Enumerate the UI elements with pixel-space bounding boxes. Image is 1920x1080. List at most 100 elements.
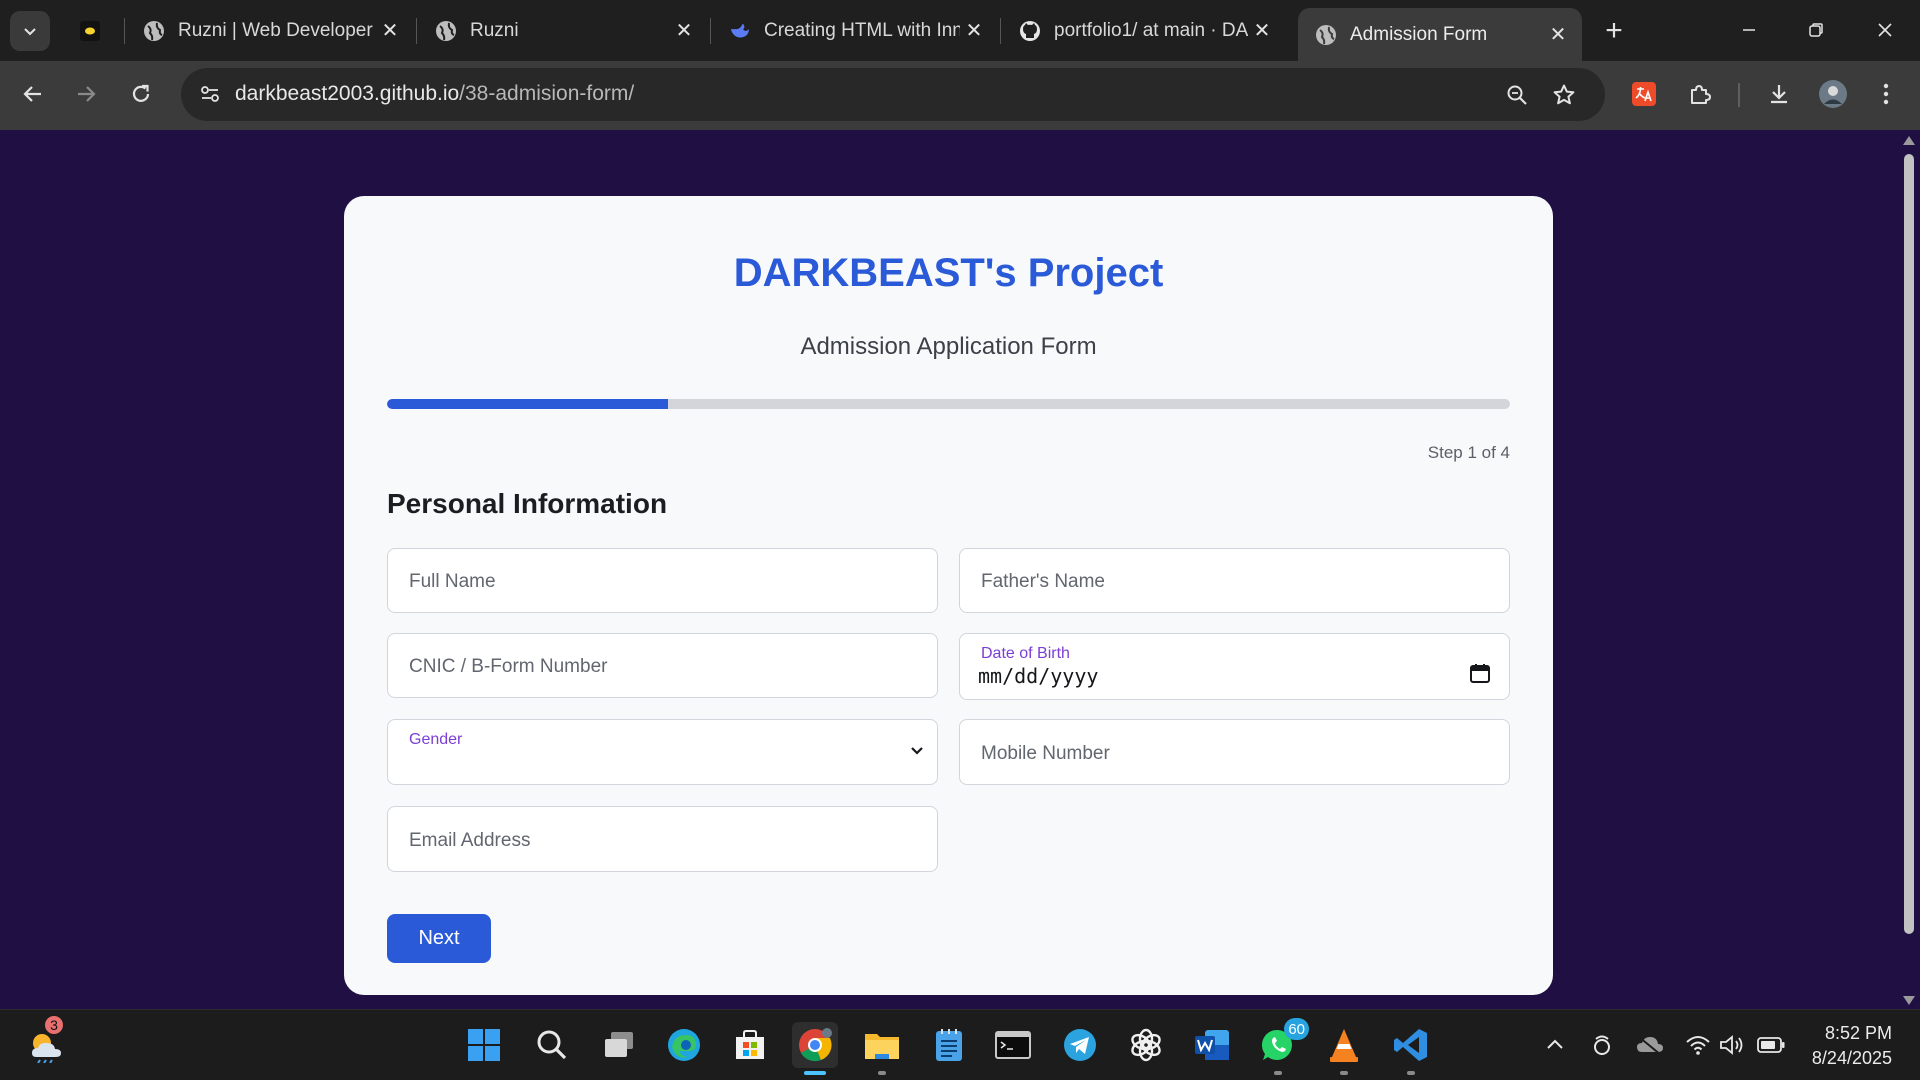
calendar-icon[interactable] (1469, 662, 1491, 684)
tab-ruzni-web-developer[interactable]: Ruzni | Web Developer ✕ (126, 8, 414, 53)
close-icon[interactable]: ✕ (670, 17, 698, 45)
mobile-number-placeholder: Mobile Number (981, 743, 1110, 764)
download-icon[interactable] (1759, 74, 1799, 114)
back-arrow-icon[interactable] (13, 74, 53, 114)
browser-toolbar: darkbeast2003.github.io/38-admision-form… (0, 61, 1920, 130)
copilot-tray-icon[interactable] (1587, 1030, 1617, 1060)
url-host: darkbeast2003.github.io (235, 82, 460, 105)
tab-separator (416, 18, 417, 44)
clock-time: 8:52 PM (1824, 1023, 1892, 1043)
vscode-running-indicator (1407, 1071, 1415, 1075)
bookmark-star-icon[interactable] (1548, 79, 1580, 111)
chevron-down-icon (907, 740, 927, 760)
vlc-icon[interactable] (1321, 1022, 1367, 1075)
project-title: DARKBEAST's Project (733, 251, 1164, 295)
admission-form-card: DARKBEAST's Project Admission Applicatio… (344, 196, 1553, 995)
restore-icon[interactable] (1793, 8, 1839, 52)
browser-tab-strip: Ruzni | Web Developer ✕ Ruzni ✕ Creating… (0, 0, 1920, 61)
volume-icon[interactable] (1717, 1030, 1747, 1060)
email-address-placeholder: Email Address (409, 830, 531, 851)
email-address-input[interactable]: Email Address (387, 806, 938, 872)
chatgpt-icon[interactable] (1123, 1022, 1169, 1068)
close-icon[interactable]: ✕ (1544, 21, 1572, 49)
cnic-input[interactable]: CNIC / B-Form Number (387, 633, 938, 698)
whatsapp-badge: 60 (1284, 1018, 1309, 1040)
section-title: Personal Information (387, 488, 668, 519)
tab-pinned[interactable] (62, 8, 122, 53)
microsoft-store-icon[interactable] (727, 1022, 773, 1068)
edge-browser-icon[interactable] (661, 1022, 707, 1068)
url-text[interactable]: darkbeast2003.github.io/38-admision-form… (235, 82, 634, 106)
close-icon[interactable]: ✕ (376, 17, 404, 45)
extensions-puzzle-icon[interactable] (1680, 74, 1720, 114)
scroll-up-arrow-icon[interactable] (1903, 136, 1915, 145)
scroll-down-arrow-icon[interactable] (1903, 996, 1915, 1005)
mobile-number-input[interactable]: Mobile Number (959, 719, 1510, 785)
chrome-icon[interactable] (792, 1022, 838, 1075)
cnic-placeholder: CNIC / B-Form Number (409, 656, 608, 677)
windows-taskbar: 3 60 8:52 PM 8/24/2025 (0, 1009, 1920, 1080)
tab-portfolio-github[interactable]: portfolio1/ at main · DA ✕ (1002, 8, 1286, 53)
step-indicator: Step 1 of 4 (1427, 443, 1510, 462)
reload-icon[interactable] (121, 74, 161, 114)
full-name-input[interactable]: Full Name (387, 548, 938, 613)
close-icon[interactable]: ✕ (1248, 17, 1276, 45)
date-of-birth-label: Date of Birth (981, 645, 1070, 662)
tab-title: portfolio1/ at main · DA (1054, 19, 1248, 41)
word-icon[interactable] (1189, 1022, 1235, 1068)
minimize-icon[interactable] (1726, 8, 1772, 52)
notepad-icon[interactable] (926, 1022, 972, 1068)
site-info-tune-icon[interactable] (193, 77, 227, 111)
close-icon[interactable]: ✕ (960, 17, 988, 45)
vlc-running-indicator (1340, 1071, 1348, 1075)
tab-separator (1000, 18, 1001, 44)
search-icon[interactable] (529, 1022, 575, 1068)
task-view-icon[interactable] (596, 1022, 642, 1068)
forward-arrow-icon[interactable] (66, 74, 106, 114)
deepseek-whale-icon (729, 20, 751, 42)
telegram-icon[interactable] (1057, 1022, 1103, 1068)
translate-extension-icon[interactable] (1624, 74, 1664, 114)
father-name-input[interactable]: Father's Name (959, 548, 1510, 613)
scrollbar-thumb[interactable] (1904, 154, 1914, 934)
url-path: /38-admision-form/ (459, 82, 635, 105)
whatsapp-icon[interactable]: 60 (1255, 1018, 1309, 1075)
wifi-icon[interactable] (1683, 1030, 1713, 1060)
form-subtitle: Admission Application Form (800, 333, 1097, 360)
zoom-magnifier-icon[interactable] (1501, 79, 1533, 111)
tab-title: Creating HTML with Inn (764, 19, 960, 41)
tab-ruzni[interactable]: Ruzni ✕ (418, 8, 708, 53)
clock-date: 8/24/2025 (1811, 1048, 1892, 1068)
new-tab-plus-icon[interactable]: + (1596, 13, 1632, 49)
tab-creating-html[interactable]: Creating HTML with Inn ✕ (712, 8, 998, 53)
profile-avatar[interactable] (1813, 74, 1853, 114)
toolbar-divider (1738, 83, 1740, 107)
father-name-placeholder: Father's Name (981, 571, 1106, 592)
tab-title: Admission Form (1350, 23, 1488, 45)
globe-icon (1315, 24, 1337, 46)
onedrive-cloud-icon[interactable] (1635, 1030, 1665, 1060)
address-bar[interactable]: darkbeast2003.github.io/38-admision-form… (181, 68, 1605, 121)
terminal-icon[interactable] (990, 1022, 1036, 1068)
tab-admission-form[interactable]: Admission Form ✕ (1298, 8, 1582, 61)
tab-title: Ruzni | Web Developer (178, 19, 373, 41)
globe-icon (435, 20, 457, 42)
system-clock[interactable]: 8:52 PM 8/24/2025 (1812, 1021, 1892, 1071)
battery-icon[interactable] (1756, 1030, 1786, 1060)
tab-separator (124, 18, 125, 44)
date-of-birth-input[interactable]: Date of Birth mm/dd/yyyy (959, 633, 1510, 700)
weather-badge: 3 (45, 1016, 63, 1034)
tab-search-chevron-icon[interactable] (10, 11, 50, 51)
show-hidden-icons-chevron-icon[interactable] (1540, 1030, 1570, 1060)
windows-start-icon[interactable] (461, 1022, 507, 1068)
menu-kebab-icon[interactable] (1866, 74, 1906, 114)
page-scrollbar[interactable] (1898, 130, 1920, 1009)
gender-select[interactable]: Gender (387, 719, 938, 785)
close-window-icon[interactable] (1862, 8, 1908, 52)
full-name-placeholder: Full Name (409, 571, 496, 592)
tab-separator (710, 18, 711, 44)
vscode-icon[interactable] (1388, 1022, 1434, 1075)
next-button[interactable]: Next (387, 914, 491, 963)
weather-widget-icon[interactable]: 3 (25, 1016, 71, 1068)
file-explorer-icon[interactable] (859, 1022, 905, 1075)
